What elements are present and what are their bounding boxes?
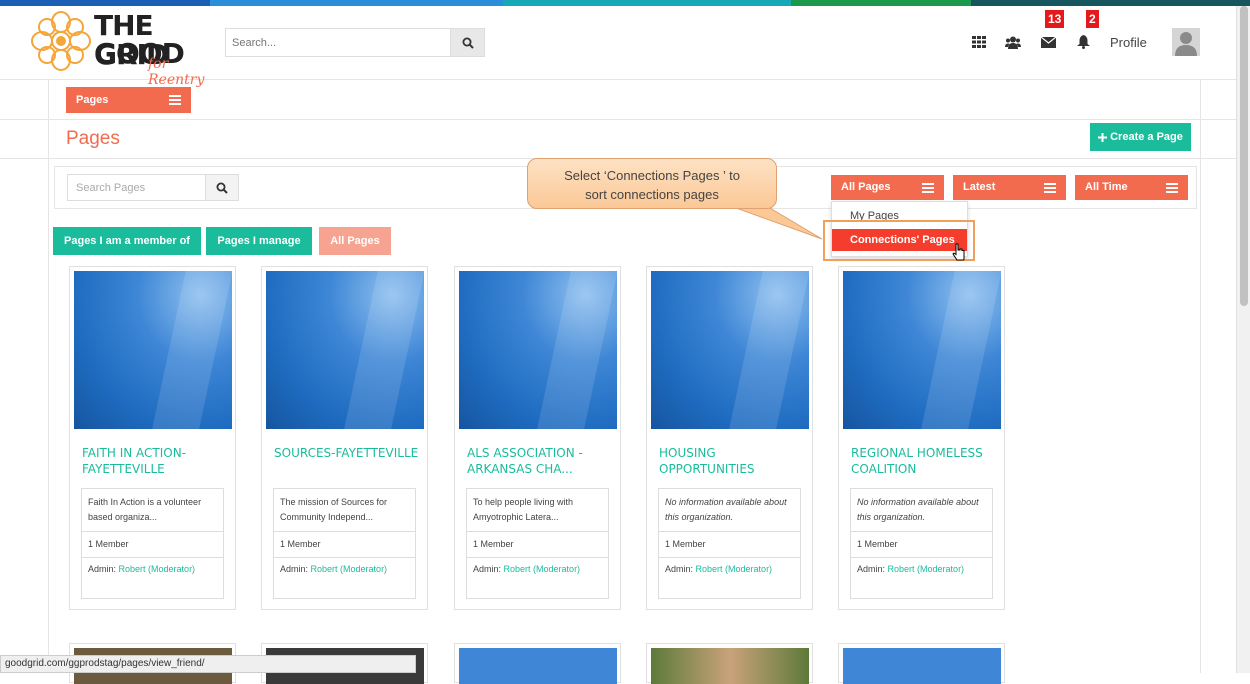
pages-search: Search Pages — [67, 174, 239, 201]
flower-logo-icon — [31, 11, 91, 71]
admin-link[interactable]: Robert (Moderator) — [696, 564, 773, 574]
pages-menu-label: Pages — [76, 94, 109, 106]
avatar[interactable] — [1172, 28, 1200, 56]
pages-search-placeholder: Search Pages — [76, 181, 146, 194]
bell-icon[interactable] — [1075, 34, 1091, 50]
page-cover-image[interactable] — [651, 648, 809, 684]
page-card-description: No information available about this orga… — [665, 497, 787, 522]
user-silhouette-icon — [1172, 28, 1200, 56]
admin-link[interactable]: Robert (Moderator) — [311, 564, 388, 574]
hamburger-icon — [169, 95, 181, 105]
tab-all-pages[interactable]: All Pages — [319, 227, 391, 255]
page-card-description: Faith In Action is a volunteer based org… — [88, 497, 202, 522]
pages-search-input[interactable]: Search Pages — [67, 174, 206, 201]
page-card[interactable] — [838, 643, 1005, 684]
page-card-title[interactable]: FAITH IN ACTION-Fayetteville — [82, 445, 232, 479]
envelope-icon[interactable] — [1040, 34, 1056, 50]
page-scrollbar[interactable] — [1236, 6, 1250, 673]
page-card-members: 1 Member — [88, 539, 129, 549]
page-card-info: The mission of Sources for Community Ind… — [273, 488, 416, 599]
page-cover-image[interactable] — [266, 271, 424, 429]
callout-line1: Select ‘Connections Pages ’ to — [564, 168, 740, 183]
tab-member-pages[interactable]: Pages I am a member of — [53, 227, 201, 255]
apps-grid-icon[interactable] — [971, 34, 987, 50]
page-card[interactable]: FAITH IN ACTION-Fayetteville Faith In Ac… — [69, 266, 236, 610]
page-card-members: 1 Member — [665, 539, 706, 549]
scope-dropdown-label: All Pages — [841, 181, 891, 193]
tutorial-callout: Select ‘Connections Pages ’ to sort conn… — [527, 158, 777, 209]
content-left-border — [48, 80, 49, 673]
admin-link[interactable]: Robert (Moderator) — [119, 564, 196, 574]
top-header: THE GOOD GRID for Reentry 13 2 P — [0, 6, 1236, 88]
page-cover-image[interactable] — [74, 271, 232, 429]
page-card[interactable] — [454, 643, 621, 684]
profile-link[interactable]: Profile — [1110, 35, 1147, 50]
page-card[interactable]: ALS ASSOCIATION - ARKANSAS CHA... To hel… — [454, 266, 621, 610]
page-cover-image[interactable] — [651, 271, 809, 429]
pages-search-button[interactable] — [206, 174, 239, 201]
page-card-description: The mission of Sources for Community Ind… — [280, 497, 388, 522]
create-page-button[interactable]: Create a Page — [1090, 123, 1191, 151]
hamburger-icon — [922, 183, 934, 193]
create-page-label: Create a Page — [1110, 131, 1183, 143]
pages-menu-button[interactable]: Pages — [66, 87, 191, 113]
page-card-members: 1 Member — [473, 539, 514, 549]
global-search-input[interactable] — [225, 28, 451, 57]
page-card-admin: Admin: Robert (Moderator) — [857, 564, 965, 574]
page-card-description: To help people living with Amyotrophic L… — [473, 497, 574, 522]
admin-link[interactable]: Robert (Moderator) — [504, 564, 581, 574]
browser-status-url: goodgrid.com/ggprodstag/pages/view_frien… — [0, 655, 416, 673]
page-cover-image[interactable] — [843, 648, 1001, 684]
sort-dropdown-label: Latest — [963, 181, 996, 193]
time-dropdown-label: All Time — [1085, 181, 1128, 193]
hamburger-icon — [1166, 183, 1178, 193]
page-card-admin: Admin: Robert (Moderator) — [280, 564, 388, 574]
admin-link[interactable]: Robert (Moderator) — [888, 564, 965, 574]
global-search — [225, 28, 485, 57]
page-card-members: 1 Member — [857, 539, 898, 549]
page-card-info: To help people living with Amyotrophic L… — [466, 488, 609, 599]
global-search-button[interactable] — [451, 28, 485, 57]
page-cover-image[interactable] — [459, 648, 617, 684]
page-card-admin: Admin: Robert (Moderator) — [473, 564, 581, 574]
site-logo[interactable]: THE GOOD GRID for Reentry — [30, 10, 220, 88]
tab-managed-pages[interactable]: Pages I manage — [206, 227, 312, 255]
sort-dropdown[interactable]: Latest — [953, 175, 1066, 200]
time-dropdown[interactable]: All Time — [1075, 175, 1188, 200]
notifications-count-badge: 2 — [1086, 10, 1099, 28]
page-card-info: No information available about this orga… — [850, 488, 993, 599]
page-card-admin: Admin: Robert (Moderator) — [88, 564, 196, 574]
content-right-border — [1200, 80, 1201, 673]
page-cover-image[interactable] — [459, 271, 617, 429]
page-card-members: 1 Member — [280, 539, 321, 549]
page-title-row — [0, 120, 1236, 159]
page-card[interactable]: SOURCES-Fayetteville The mission of Sour… — [261, 266, 428, 610]
plus-icon — [1098, 132, 1108, 142]
page-cover-image[interactable] — [843, 271, 1001, 429]
page-card[interactable] — [646, 643, 813, 684]
users-icon[interactable] — [1005, 34, 1021, 50]
page-card[interactable]: HOUSING OPPORTUNITIES PARTNERS No inform… — [646, 266, 813, 610]
scrollbar-thumb[interactable] — [1240, 6, 1248, 306]
page-card-info: Faith In Action is a volunteer based org… — [81, 488, 224, 599]
search-icon — [216, 182, 228, 194]
scope-dropdown[interactable]: All Pages — [831, 175, 944, 200]
page-card-admin: Admin: Robert (Moderator) — [665, 564, 773, 574]
search-icon — [462, 37, 474, 49]
page-card-description: No information available about this orga… — [857, 497, 979, 522]
hand-cursor-icon — [952, 243, 965, 261]
page-card-title[interactable]: SOURCES-Fayetteville — [274, 445, 424, 479]
page-card-title[interactable]: ALS ASSOCIATION - ARKANSAS CHA... — [467, 445, 617, 479]
page-card-info: No information available about this orga… — [658, 488, 801, 599]
page-card-title[interactable]: HOUSING OPPORTUNITIES PARTNERS — [659, 445, 809, 479]
callout-line2: sort connections pages — [585, 187, 719, 202]
page-card[interactable]: REGIONAL HOMELESS COALITION No informati… — [838, 266, 1005, 610]
hamburger-icon — [1044, 183, 1056, 193]
page-card-title[interactable]: REGIONAL HOMELESS COALITION — [851, 445, 1001, 479]
messages-count-badge: 13 — [1045, 10, 1065, 28]
page-title: Pages — [66, 128, 120, 149]
